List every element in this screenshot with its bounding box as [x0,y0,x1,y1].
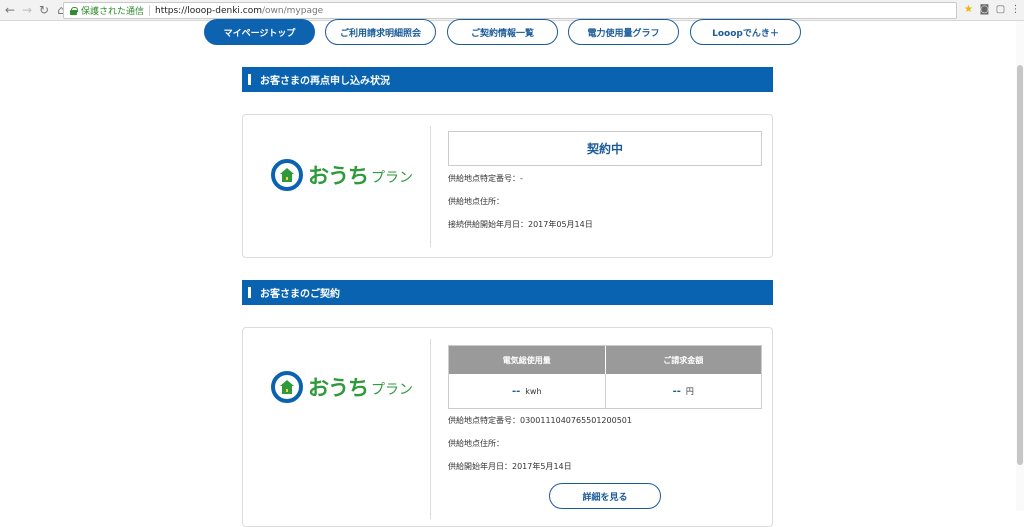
section-title: お客さまのご契約 [260,289,340,300]
bill-value: -- [672,385,681,397]
usage-unit: kwh [525,386,542,396]
contract-card: おうち プラン 電気総使用量 ご請求金額 -- kwh -- 円 供給地点特定番… [242,327,773,527]
tab-mypage-top[interactable]: マイページトップ [204,19,315,45]
bill-unit: 円 [685,386,694,396]
tab-usage-graph[interactable]: 電力使用量グラフ [568,19,679,45]
reload-icon[interactable]: ↻ [37,3,51,17]
supply-point-address: 供給地点住所： [448,197,504,206]
extension-icon[interactable]: ▢ [995,4,1006,15]
tab-contract-list[interactable]: ご契約情報一覧 [447,19,558,45]
supply-point-id: 供給地点特定番号：- [448,174,523,183]
scrollbar-thumb[interactable] [1017,65,1023,465]
contract-status-box: 契約中 [448,131,762,166]
usage-value: -- [511,385,521,397]
logo-sub-text: プラン [371,170,413,186]
forward-icon[interactable]: → [20,3,34,17]
back-icon[interactable]: ← [3,3,17,17]
secure-label: 保護された通信 [81,7,145,17]
col-header-usage: 電気総使用量 [502,355,551,365]
usage-summary-table: 電気総使用量 ご請求金額 -- kwh -- 円 [448,345,762,409]
reapplication-card: おうち プラン 契約中 供給地点特定番号：- 供給地点住所： 接続供給開始年月日… [242,114,773,258]
section-header-reapplication: お客さまの再点申し込み状況 [242,67,773,92]
header-accent-bar [248,287,251,298]
supply-start-date: 供給開始年月日：2017年5月14日 [448,462,572,471]
supply-point-id: 供給地点特定番号：0300111040765501200501 [448,416,632,425]
menu-icon[interactable]: ⋮ [1010,4,1021,15]
browser-toolbar: ← → ↻ ⌂ 保護された通信 https://looop-denki.com … [0,0,1024,21]
ouchi-plan-logo: おうち プラン [271,159,413,191]
usage-cell: -- kwh [449,374,605,408]
page-scrollbar[interactable] [1016,21,1024,511]
card-divider [430,339,431,519]
url-host: https://looop-denki.com [155,5,263,16]
ouchi-plan-logo: おうち プラン [271,371,413,403]
usage-table-header: 電気総使用量 ご請求金額 [449,346,761,374]
section-title: お客さまの再点申し込み状況 [260,76,390,87]
bookmark-star-icon[interactable]: ★ [963,4,974,15]
connection-start-date: 接続供給開始年月日：2017年05月14日 [448,220,593,229]
logo-sub-text: プラン [371,382,413,398]
pocket-icon[interactable]: ◙ [979,4,990,15]
usage-table-row: -- kwh -- 円 [449,374,761,408]
house-icon [280,380,294,394]
section-header-contract: お客さまのご契約 [242,280,773,305]
logo-main-text: おうち [308,164,369,188]
house-icon [280,168,294,182]
logo-main-text: おうち [308,376,369,400]
url-path: /own/mypage [262,5,324,16]
logo-ring-icon [271,159,303,191]
address-divider [149,5,151,16]
header-accent-bar [248,74,251,85]
bill-cell: -- 円 [604,374,762,408]
tab-looop-denki-plus[interactable]: Looopでんき＋ [690,19,801,45]
card-divider [430,126,431,247]
logo-ring-icon [271,371,303,403]
supply-point-address: 供給地点住所： [448,439,504,448]
view-details-button[interactable]: 詳細を見る [549,483,661,509]
lock-icon [70,6,78,15]
address-bar[interactable]: 保護された通信 https://looop-denki.com /own/myp… [63,2,957,19]
col-header-bill: ご請求金額 [604,346,762,374]
tab-billing-details[interactable]: ご利用請求明細照会 [325,19,436,45]
